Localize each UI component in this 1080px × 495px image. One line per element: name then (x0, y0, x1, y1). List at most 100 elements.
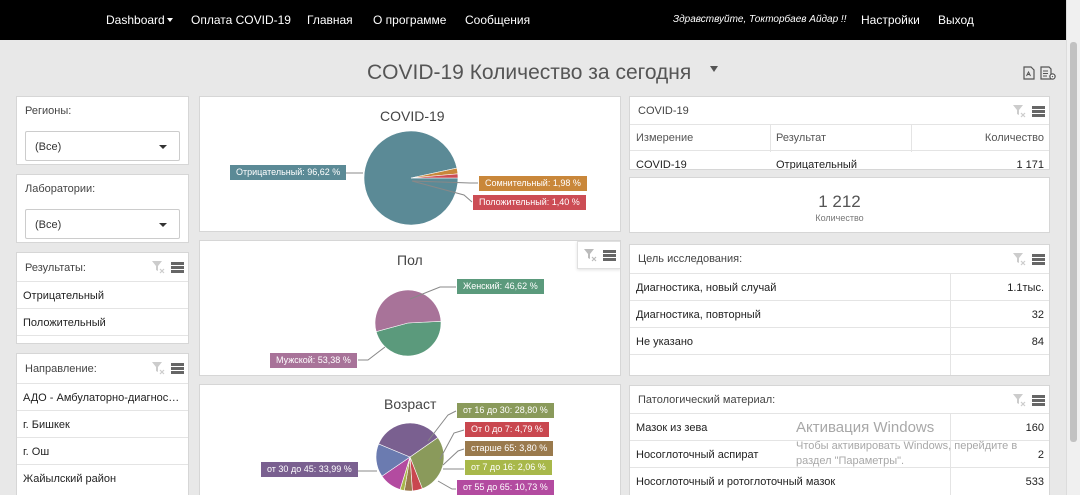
table-row (630, 354, 1049, 375)
results-filter-label: Результаты: (25, 262, 86, 274)
pie-label-age-55-65: от 55 до 65: 10,73 % (457, 480, 554, 495)
table-row[interactable]: Диагностика, повторный 32 (630, 300, 1049, 328)
pie-label-age-16-30: от 16 до 30: 28,80 % (457, 403, 554, 418)
clear-filter-icon[interactable] (1012, 252, 1046, 266)
list-item-label: г. Ош (23, 446, 50, 458)
nav-dashboard-menu[interactable]: Dashboard (106, 13, 173, 27)
pie-label-negative: Отрицательный: 96,62 % (230, 165, 347, 180)
pie-label-male: Мужской: 53,38 % (270, 353, 357, 368)
row-value: 84 (1031, 336, 1044, 348)
user-greeting: Здравствуйте, Токторбаев Айдар !! (673, 14, 847, 25)
table-cell: 1 171 (1016, 159, 1044, 170)
clear-filter-icon[interactable] (151, 260, 185, 274)
dashboard-settings-icon[interactable] (1040, 66, 1056, 80)
labs-filter-panel: Лаборатории: (Все) (16, 174, 189, 243)
gender-chart-panel: Пол Женский: 46,62 % Мужской: 53,38 % (199, 240, 621, 376)
list-item[interactable]: АДО - Амбулаторно-диагностическ (17, 383, 188, 410)
label-leader-line (358, 346, 386, 361)
pie-label-female: Женский: 46,62 % (457, 279, 544, 294)
row-label: Диагностика, повторный (636, 309, 761, 321)
labs-filter-label: Лаборатории: (25, 183, 96, 195)
row-value: 533 (1025, 476, 1044, 488)
windows-activation-title: Активация Windows (796, 419, 935, 436)
windows-activation-line: Чтобы активировать Windows, перейдите в (796, 440, 1018, 452)
regions-filter-label: Регионы: (25, 105, 72, 117)
kpi-label: Количество (815, 213, 864, 223)
table-header-row: Измерение Результат Количество (630, 124, 1049, 152)
row-value: 2 (1037, 449, 1044, 461)
scrollbar-thumb[interactable] (1070, 42, 1077, 442)
pie-label-age-30-45: от 30 до 45: 33,99 % (261, 462, 358, 477)
table-row[interactable]: Носоглоточный и ротоглоточный мазок 533 (630, 467, 1049, 495)
top-navbar: Dashboard Оплата COVID-19 Главная О прог… (0, 0, 1066, 40)
row-label: Носоглоточный и ротоглоточный мазок (636, 476, 836, 488)
purpose-label: Цель исследования: (638, 253, 743, 265)
table-row[interactable]: Диагностика, новый случай 1.1тыс. (630, 273, 1049, 301)
age-pie-chart (356, 410, 465, 492)
clear-filter-icon[interactable] (1012, 104, 1046, 118)
age-chart-panel: Возраст от 16 до 30: 28,80 % От 0 до 7: … (199, 384, 621, 495)
list-item[interactable] (17, 335, 188, 343)
table-row: COVID-19 Отрицательный 1 171 (630, 152, 1049, 170)
list-item[interactable]: Положительный (17, 308, 188, 335)
list-item-label: Отрицательный (23, 290, 104, 302)
table-header-dimension[interactable]: Измерение (636, 132, 693, 144)
direction-filter-panel: Направление: АДО - Амбулаторно-диагности… (16, 353, 189, 495)
nav-about[interactable]: О программе (373, 13, 446, 27)
covid-chart-panel: COVID-19 Отрицательный: 96,62 % Сомнител… (199, 96, 621, 232)
row-value: 160 (1025, 422, 1044, 434)
table-header-result[interactable]: Результат (776, 132, 826, 144)
caret-down-icon (166, 18, 173, 22)
list-item-label: Положительный (23, 317, 106, 329)
export-pdf-icon[interactable] (1023, 66, 1035, 80)
windows-activation-text: Чтобы активировать Windows, перейдите в р… (796, 439, 1017, 469)
list-item-label: Жайылский район (23, 473, 117, 485)
label-leader-line (437, 480, 456, 490)
pie-label-positive: Положительный: 1,40 % (473, 195, 586, 210)
kpi-panel: 1 212 Количество (629, 177, 1050, 233)
regions-select-value: (Все) (35, 141, 62, 153)
page-title: COVID-19 Количество за сегодня (367, 61, 692, 84)
results-filter-panel: Результаты: Отрицательный Положительный (16, 252, 189, 344)
nav-settings[interactable]: Настройки (861, 13, 920, 27)
list-item[interactable]: Отрицательный (17, 281, 188, 308)
row-label: Диагностика, новый случай (636, 282, 777, 294)
chevron-down-icon (159, 223, 167, 227)
title-filter-icon[interactable] (710, 66, 718, 72)
table-cell: Отрицательный (776, 159, 857, 170)
nav-home[interactable]: Главная (307, 13, 353, 27)
list-item-label: АДО - Амбулаторно-диагностическ (23, 392, 183, 404)
chevron-down-icon (159, 145, 167, 149)
page-scrollbar[interactable] (1066, 0, 1080, 495)
list-item[interactable]: г. Бишкек (17, 410, 188, 437)
row-label: Мазок из зева (636, 422, 708, 434)
row-label: Не указано (636, 336, 694, 348)
clear-filter-icon[interactable] (151, 361, 185, 375)
nav-messages[interactable]: Сообщения (465, 13, 530, 27)
regions-select[interactable]: (Все) (25, 131, 180, 161)
labs-select-value: (Все) (35, 219, 62, 231)
purpose-panel: Цель исследования: Диагностика, новый сл… (629, 244, 1050, 376)
labs-select[interactable]: (Все) (25, 209, 180, 239)
pie-label-doubtful: Сомнительный: 1,98 % (479, 176, 587, 191)
covid-table-panel: COVID-19 Измерение Результат Количество … (629, 96, 1050, 170)
row-value: 1.1тыс. (1007, 282, 1044, 294)
gender-pie-chart (358, 286, 456, 361)
kpi-value: 1 212 (818, 192, 861, 211)
row-label: Носоглоточный аспират (636, 449, 759, 461)
direction-filter-label: Направление: (25, 363, 97, 375)
nav-dashboard-label: Dashboard (106, 13, 165, 27)
nav-logout[interactable]: Выход (938, 13, 974, 27)
regions-filter-panel: Регионы: (Все) (16, 96, 189, 165)
table-row[interactable]: Не указано 84 (630, 327, 1049, 355)
pie-label-age-65-plus: старше 65: 3,80 % (465, 441, 554, 456)
pie-label-age-0-7: От 0 до 7: 4,79 % (465, 422, 549, 437)
nav-covid-payment[interactable]: Оплата COVID-19 (191, 13, 291, 27)
material-label: Патологический материал: (638, 394, 776, 406)
list-item[interactable]: Жайылский район (17, 464, 188, 491)
list-item-label: г. Бишкек (23, 419, 70, 431)
list-item[interactable]: г. Ош (17, 437, 188, 464)
pie-label-age-7-16: от 7 до 16: 2,06 % (465, 460, 552, 475)
table-header-count[interactable]: Количество (985, 132, 1044, 144)
clear-filter-icon[interactable] (1012, 393, 1046, 407)
